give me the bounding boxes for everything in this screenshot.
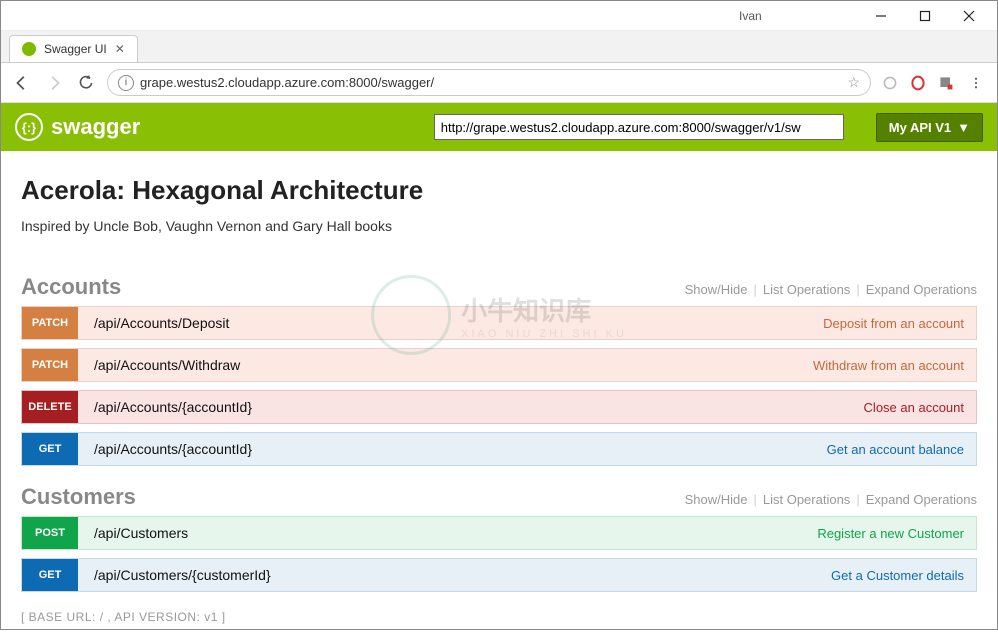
swagger-logo-icon: {:} [15,113,43,141]
operation-row[interactable]: POST/api/Customers Register a new Custome… [21,516,977,550]
show-hide-link[interactable]: Show/Hide [685,282,748,297]
operation-row[interactable]: DELETE/api/Accounts/{accountId} Close an … [21,390,977,424]
swagger-brand-text: swagger [51,114,140,140]
site-info-icon[interactable]: i [118,75,134,91]
bookmark-star-icon[interactable]: ☆ [847,74,860,91]
browser-addressbar: i ☆ [1,63,997,103]
show-hide-link[interactable]: Show/Hide [685,492,748,507]
operation-summary: Deposit from an account [823,316,964,331]
url-input-container[interactable]: i ☆ [107,69,871,96]
api-selector-dropdown[interactable]: My API V1 ▼ [876,113,983,142]
operation-path: /api/Accounts/{accountId} [94,399,252,415]
tab-title: Swagger UI [44,42,107,56]
window-maximize-button[interactable] [903,2,947,30]
operation-summary: Close an account [864,400,964,415]
operation-row[interactable]: GET/api/Accounts/{accountId} Get an accou… [21,432,977,466]
http-method-badge: DELETE [22,391,78,423]
base-url-line: [ BASE URL: / , API VERSION: v1 ] [21,610,977,624]
operation-list: POST/api/Customers Register a new Custome… [21,516,977,592]
api-selector-label: My API V1 [889,120,951,135]
http-method-badge: GET [22,559,78,591]
list-operations-link[interactable]: List Operations [763,492,850,507]
swagger-content: Acerola: Hexagonal Architecture Inspired… [1,151,997,634]
operation-path: /api/Accounts/Deposit [94,315,229,331]
browser-menu-button[interactable] [965,72,987,94]
page-subtitle: Inspired by Uncle Bob, Vaughn Vernon and… [21,218,977,234]
window-titlebar: Ivan [1,1,997,31]
swagger-spec-url-input[interactable] [434,114,844,140]
extension-opera-icon[interactable] [909,74,927,92]
http-method-badge: PATCH [22,307,78,339]
operation-path: /api/Accounts/{accountId} [94,441,252,457]
operation-row[interactable]: PATCH/api/Accounts/Withdraw Withdraw from… [21,348,977,382]
http-method-badge: PATCH [22,349,78,381]
extension-puzzle-icon[interactable] [937,74,955,92]
browser-tabstrip: Swagger UI ✕ [1,31,997,63]
page-title: Acerola: Hexagonal Architecture [21,175,977,206]
section-header: Customers Show/Hide|List Operations|Expan… [21,484,977,510]
swagger-header: {:} swagger My API V1 ▼ [1,103,997,151]
tab-close-icon[interactable]: ✕ [115,42,125,56]
section-title[interactable]: Customers [21,484,136,510]
window-user-label: Ivan [739,9,762,23]
http-method-badge: POST [22,517,78,549]
new-tab-button[interactable] [144,38,168,62]
operation-row[interactable]: PATCH/api/Accounts/Deposit Deposit from a… [21,306,977,340]
operation-path: /api/Customers [94,525,188,541]
operation-path: /api/Customers/{customerId} [94,567,271,583]
expand-operations-link[interactable]: Expand Operations [866,282,977,297]
section-title[interactable]: Accounts [21,274,121,300]
extension-icon[interactable] [881,74,899,92]
expand-operations-link[interactable]: Expand Operations [866,492,977,507]
operation-summary: Get a Customer details [831,568,964,583]
operation-summary: Get an account balance [827,442,964,457]
nav-forward-button[interactable] [43,72,65,94]
http-method-badge: GET [22,433,78,465]
favicon-icon [22,42,36,56]
operation-summary: Withdraw from an account [813,358,964,373]
operation-path: /api/Accounts/Withdraw [94,357,240,373]
operation-row[interactable]: GET/api/Customers/{customerId} Get a Cust… [21,558,977,592]
browser-tab[interactable]: Swagger UI ✕ [9,35,138,62]
section-actions: Show/Hide|List Operations|Expand Operati… [685,492,977,507]
operation-list: PATCH/api/Accounts/Deposit Deposit from a… [21,306,977,466]
window-minimize-button[interactable] [859,2,903,30]
section-header: Accounts Show/Hide|List Operations|Expand… [21,274,977,300]
nav-reload-button[interactable] [75,72,97,94]
chevron-down-icon: ▼ [957,120,970,135]
url-input[interactable] [140,75,847,90]
swagger-logo[interactable]: {:} swagger [15,113,140,141]
nav-back-button[interactable] [11,72,33,94]
swagger-spec-url-container [434,114,844,140]
operation-summary: Register a new Customer [817,526,964,541]
window-close-button[interactable] [947,2,991,30]
section-actions: Show/Hide|List Operations|Expand Operati… [685,282,977,297]
list-operations-link[interactable]: List Operations [763,282,850,297]
